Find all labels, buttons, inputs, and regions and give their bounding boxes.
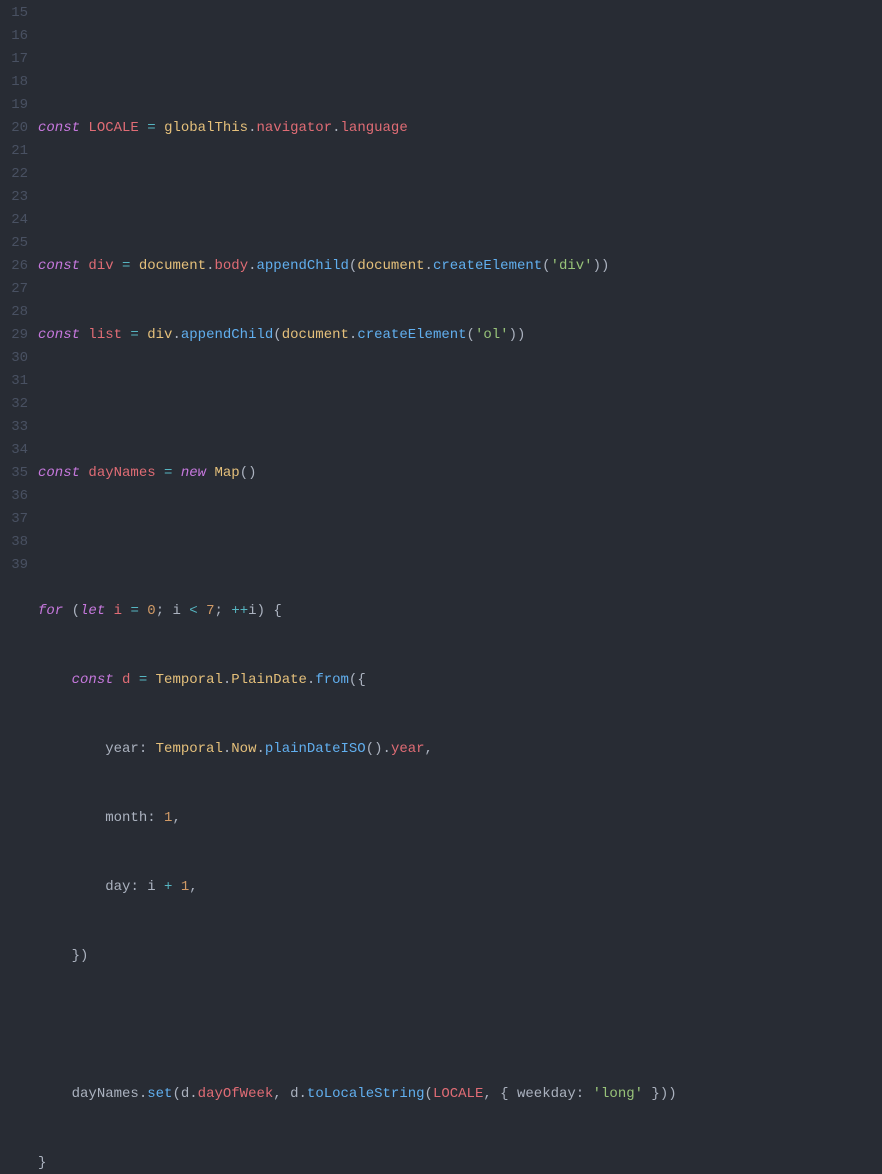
code-line[interactable]: const LOCALE = globalThis.navigator.lang…: [38, 117, 882, 140]
line-number: 17: [0, 48, 28, 71]
code-line[interactable]: dayNames.set(d.dayOfWeek, d.toLocaleStri…: [38, 1083, 882, 1106]
line-number: 15: [0, 2, 28, 25]
code-line[interactable]: month: 1,: [38, 807, 882, 830]
constant: LOCALE: [88, 120, 138, 136]
line-number: 30: [0, 347, 28, 370]
line-number: 22: [0, 163, 28, 186]
line-number: 19: [0, 94, 28, 117]
code-line[interactable]: const d = Temporal.PlainDate.from({: [38, 669, 882, 692]
line-number: 37: [0, 508, 28, 531]
line-number: 35: [0, 462, 28, 485]
code-line[interactable]: }: [38, 1152, 882, 1174]
line-number: 26: [0, 255, 28, 278]
code-line[interactable]: const div = document.body.appendChild(do…: [38, 255, 882, 278]
line-number: 38: [0, 531, 28, 554]
code-line[interactable]: const dayNames = new Map(): [38, 462, 882, 485]
line-number: 36: [0, 485, 28, 508]
line-number: 39: [0, 554, 28, 577]
line-number: 31: [0, 370, 28, 393]
code-line[interactable]: [38, 531, 882, 554]
code-line[interactable]: day: i + 1,: [38, 876, 882, 899]
line-number: 24: [0, 209, 28, 232]
keyword: const: [38, 120, 80, 136]
line-number: 28: [0, 301, 28, 324]
line-number: 32: [0, 393, 28, 416]
line-number-gutter: 15 16 17 18 19 20 21 22 23 24 25 26 27 2…: [0, 0, 38, 587]
line-number: 33: [0, 416, 28, 439]
code-line[interactable]: year: Temporal.Now.plainDateISO().year,: [38, 738, 882, 761]
code-line[interactable]: [38, 1014, 882, 1037]
code-line[interactable]: [38, 393, 882, 416]
line-number: 34: [0, 439, 28, 462]
line-number: 18: [0, 71, 28, 94]
code-editor[interactable]: 15 16 17 18 19 20 21 22 23 24 25 26 27 2…: [0, 0, 882, 587]
code-area[interactable]: const LOCALE = globalThis.navigator.lang…: [38, 0, 882, 587]
line-number: 23: [0, 186, 28, 209]
code-line[interactable]: const list = div.appendChild(document.cr…: [38, 324, 882, 347]
line-number: 25: [0, 232, 28, 255]
code-line[interactable]: [38, 48, 882, 71]
line-number: 29: [0, 324, 28, 347]
line-number: 21: [0, 140, 28, 163]
code-line[interactable]: for (let i = 0; i < 7; ++i) {: [38, 600, 882, 623]
code-line[interactable]: [38, 186, 882, 209]
line-number: 27: [0, 278, 28, 301]
line-number: 20: [0, 117, 28, 140]
code-line[interactable]: }): [38, 945, 882, 968]
line-number: 16: [0, 25, 28, 48]
